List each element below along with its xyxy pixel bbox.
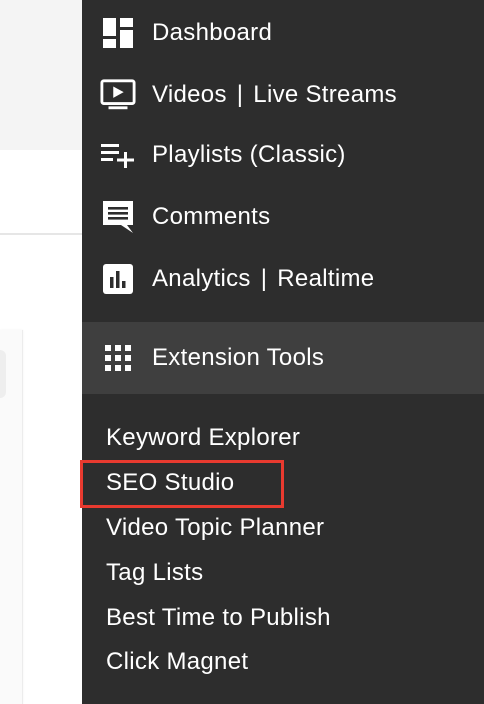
menu-item-label: Dashboard <box>152 19 273 46</box>
realtime-link[interactable]: Realtime <box>277 265 374 292</box>
sub-item-video-topic-planner[interactable]: Video Topic Planner <box>106 514 324 542</box>
sub-item-best-time-to-publish[interactable]: Best Time to Publish <box>106 604 331 632</box>
page-background-top <box>0 0 82 150</box>
sub-item-keyword-explorer[interactable]: Keyword Explorer <box>106 424 300 452</box>
menu-item-analytics[interactable]: Analytics | Realtime <box>82 256 484 302</box>
sub-item-click-magnet[interactable]: Click Magnet <box>106 648 248 676</box>
live-streams-link[interactable]: Live Streams <box>253 81 397 108</box>
menu-item-extension-tools[interactable]: Extension Tools <box>82 335 484 381</box>
menu-item-label: Videos | Live Streams <box>152 81 397 109</box>
menu-item-label: Comments <box>152 203 271 230</box>
background-card-edge <box>0 350 6 398</box>
creator-menu: Dashboard Videos | Live Streams Playlists <box>82 0 484 704</box>
analytics-link[interactable]: Analytics <box>152 265 251 292</box>
grid-icon <box>100 340 136 376</box>
divider <box>0 233 82 235</box>
extension-tools-label: Extension Tools <box>152 344 325 371</box>
playlist-add-icon <box>100 137 136 173</box>
sub-item-seo-studio[interactable]: SEO Studio <box>106 469 234 497</box>
videos-link[interactable]: Videos <box>152 81 227 108</box>
extension-tools-header[interactable]: Extension Tools <box>82 322 484 394</box>
analytics-chart-icon <box>100 261 136 297</box>
menu-item-label: Playlists (Classic) <box>152 141 346 168</box>
menu-item-label: Analytics | Realtime <box>152 265 374 293</box>
menu-item-playlists[interactable]: Playlists (Classic) <box>82 132 484 178</box>
menu-item-videos[interactable]: Videos | Live Streams <box>82 72 484 118</box>
video-play-icon <box>100 77 136 113</box>
dashboard-icon <box>100 15 136 51</box>
sub-item-tag-lists[interactable]: Tag Lists <box>106 559 203 587</box>
separator: | <box>260 265 268 292</box>
menu-item-dashboard[interactable]: Dashboard <box>82 10 484 56</box>
separator: | <box>236 81 244 108</box>
menu-item-comments[interactable]: Comments <box>82 194 484 240</box>
comment-icon <box>100 199 136 235</box>
